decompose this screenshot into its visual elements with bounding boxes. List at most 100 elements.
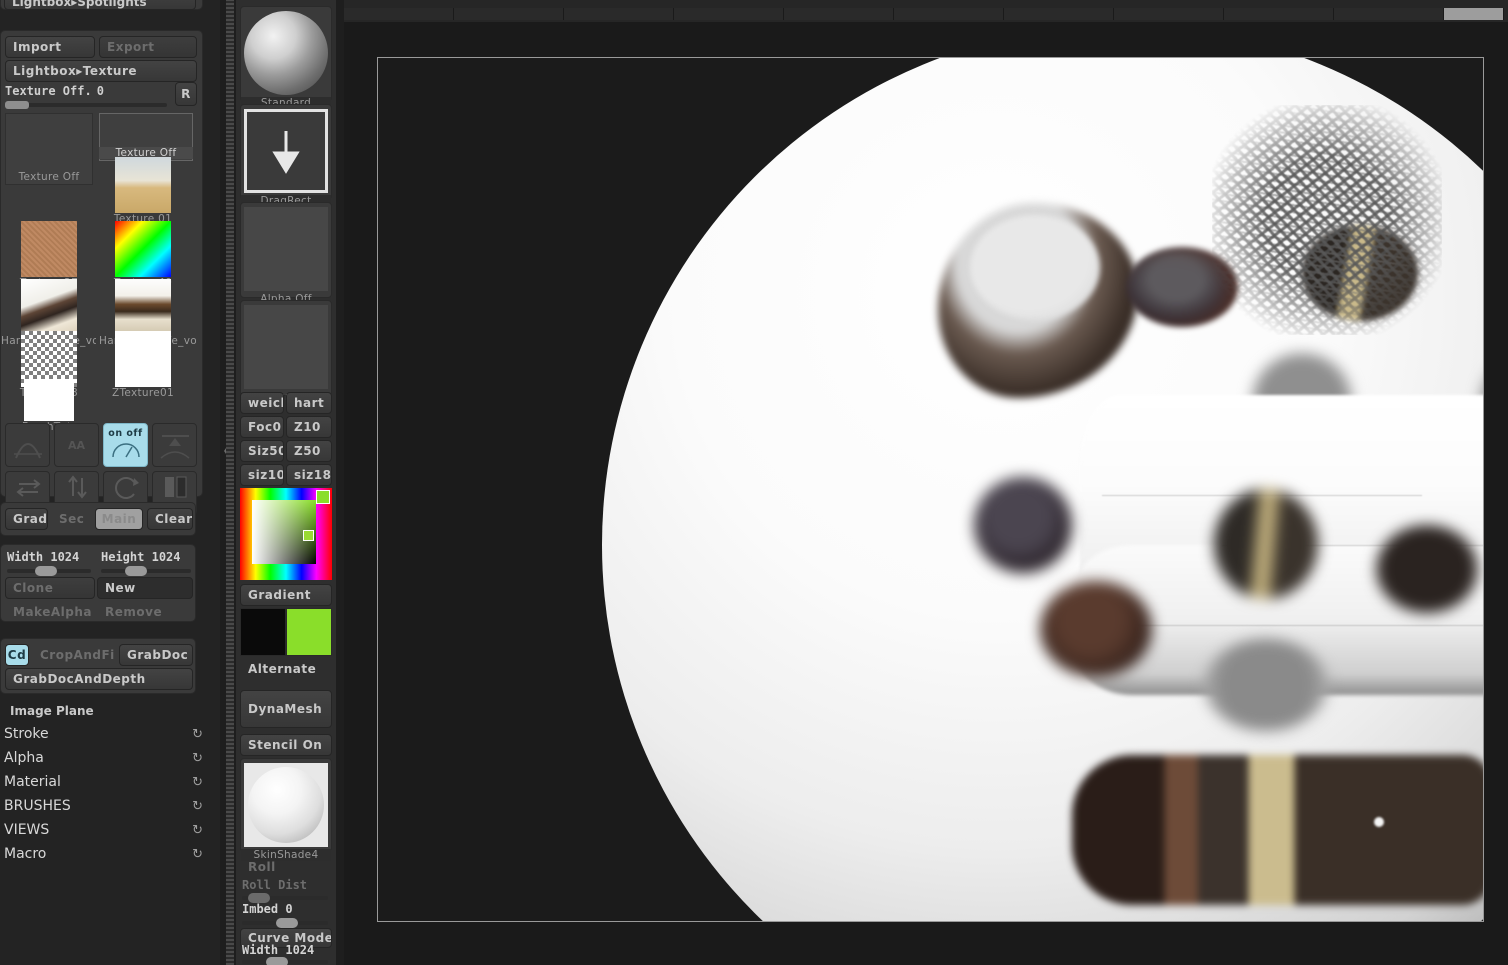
texture-item[interactable]: ZTexture01 [99, 331, 187, 399]
secondary-color-swatch[interactable] [286, 608, 332, 656]
grabdocanddepth-button[interactable]: GrabDocAndDepth [5, 668, 193, 690]
siz50-button[interactable]: Siz50 [240, 440, 284, 462]
menu-item-alpha[interactable]: Alpha ↻ [0, 746, 215, 770]
color-picker-cursor[interactable] [303, 530, 314, 541]
top-menu-bar[interactable] [344, 0, 1508, 22]
texture-selector[interactable]: Texture Off [240, 300, 332, 403]
makealpha-button[interactable]: MakeAlpha [5, 601, 95, 623]
alpha-empty-icon[interactable] [244, 207, 328, 291]
refresh-icon[interactable]: ↻ [192, 799, 203, 814]
texture-item-selected[interactable]: Texture Off [99, 113, 193, 161]
topbar-segment[interactable] [1114, 8, 1224, 20]
main-button[interactable]: Main [95, 508, 143, 530]
import-button[interactable]: Import [5, 36, 95, 58]
menu-item-macro[interactable]: Macro ↻ [0, 842, 215, 866]
z50-button[interactable]: Z50 [286, 440, 332, 462]
curve-width-slider-knob[interactable] [266, 957, 288, 965]
height-slider-knob[interactable] [125, 566, 147, 576]
tool-column: Standard DragRect Alpha Off Texture Off … [236, 0, 336, 965]
texture-thumb-pipe-b[interactable] [115, 279, 171, 335]
topbar-segment[interactable] [454, 8, 564, 20]
refresh-icon[interactable]: ↻ [192, 775, 203, 790]
texture-empty-icon[interactable] [244, 305, 328, 389]
refresh-icon[interactable]: ↻ [192, 727, 203, 742]
sculpted-sphere[interactable] [602, 58, 1483, 921]
cropandfill-button[interactable]: CropAndFill [32, 644, 116, 666]
texture-thumb-interior[interactable] [115, 157, 171, 213]
gradient-falloff-icon[interactable] [5, 423, 50, 467]
texture-thumb-pipe-a[interactable] [21, 279, 77, 335]
texture-item[interactable]: Texture 01 [99, 157, 187, 225]
export-button[interactable]: Export [99, 36, 197, 58]
texture-reset-button[interactable]: R [175, 82, 197, 106]
topbar-segment[interactable] [784, 8, 894, 20]
clamp-icon[interactable] [152, 423, 197, 467]
on-off-toggle-icon[interactable]: on off [103, 423, 148, 467]
sec-button[interactable]: Sec [51, 508, 94, 530]
lightbox-texture-button[interactable]: Lightbox▸Texture [5, 60, 197, 82]
refresh-icon[interactable]: ↻ [192, 847, 203, 862]
antialias-icon[interactable]: AA [54, 423, 99, 467]
curve-width-slider[interactable] [242, 957, 328, 965]
material-sphere-icon[interactable] [244, 763, 328, 847]
width-slider-knob[interactable] [35, 566, 57, 576]
remove-button[interactable]: Remove [97, 601, 193, 623]
stroke-selector[interactable]: DragRect [240, 104, 332, 207]
material-selector[interactable]: SkinShade4 [240, 758, 332, 861]
menu-item-stroke[interactable]: Stroke ↻ [0, 722, 215, 746]
z10-button[interactable]: Z10 [286, 416, 332, 438]
roll-button[interactable]: Roll [240, 856, 332, 878]
grad-button[interactable]: Grad [5, 508, 48, 530]
texture-thumb-rainbow[interactable] [115, 221, 171, 277]
texture-thumb-brushtxtr[interactable] [24, 379, 74, 421]
main-color-swatch[interactable] [240, 608, 286, 656]
siz180-button[interactable]: siz180 [286, 464, 332, 486]
color-picker-hue-swatch[interactable] [316, 490, 330, 504]
siz10-button[interactable]: siz10 [240, 464, 284, 486]
topbar-segment[interactable] [1224, 8, 1334, 20]
brush-selector[interactable]: Standard [240, 6, 332, 109]
topbar-segment[interactable] [1334, 8, 1444, 20]
texture-thumb-white[interactable] [115, 331, 171, 387]
weich-button[interactable]: weich [240, 392, 284, 414]
new-button[interactable]: New [97, 577, 193, 599]
cd-button[interactable]: Cd [5, 644, 29, 666]
menu-item-label: Alpha [4, 750, 44, 766]
brush-swirl-icon[interactable] [244, 11, 328, 95]
clear-button[interactable]: Clear [147, 508, 193, 530]
topbar-segment-highlighted[interactable] [1444, 8, 1504, 20]
down-arrow-icon[interactable] [244, 109, 328, 193]
document-frame[interactable] [377, 57, 1484, 922]
texture-thumb-sand[interactable] [21, 221, 77, 277]
topbar-segment[interactable] [564, 8, 674, 20]
refresh-icon[interactable]: ↻ [192, 823, 203, 838]
menu-item-material[interactable]: Material ↻ [0, 770, 215, 794]
height-slider[interactable] [101, 566, 191, 576]
clone-button[interactable]: Clone [5, 577, 95, 599]
dynamesh-button[interactable]: DynaMesh [240, 690, 332, 728]
texture-slider[interactable] [5, 101, 167, 109]
lightbox-spotlights-button[interactable]: Lightbox▸Spotlights [4, 0, 196, 10]
imbed-slider-knob[interactable] [276, 918, 298, 928]
roll-dist-slider[interactable] [242, 893, 328, 903]
topbar-segment[interactable] [674, 8, 784, 20]
topbar-segment[interactable] [344, 8, 454, 20]
topbar-segment[interactable] [1004, 8, 1114, 20]
foc0-button[interactable]: Foc0 [240, 416, 284, 438]
gradient-button[interactable]: Gradient [240, 584, 332, 606]
refresh-icon[interactable]: ↻ [192, 751, 203, 766]
alternate-button[interactable]: Alternate [240, 658, 332, 680]
viewport[interactable] [344, 22, 1508, 965]
topbar-segment[interactable] [894, 8, 1004, 20]
menu-item-brushes[interactable]: BRUSHES ↻ [0, 794, 215, 818]
width-slider[interactable] [7, 566, 91, 576]
menu-item-views[interactable]: VIEWS ↻ [0, 818, 215, 842]
texture-slider-knob[interactable] [5, 101, 29, 109]
alpha-selector[interactable]: Alpha Off [240, 202, 332, 305]
grabdoc-button[interactable]: GrabDoc [119, 644, 193, 666]
texture-item[interactable]: Texture Off [5, 113, 93, 185]
imbed-slider[interactable] [242, 918, 328, 928]
stencil-on-button[interactable]: Stencil On [240, 734, 332, 756]
hart-button[interactable]: hart [286, 392, 332, 414]
color-picker[interactable] [240, 488, 332, 580]
